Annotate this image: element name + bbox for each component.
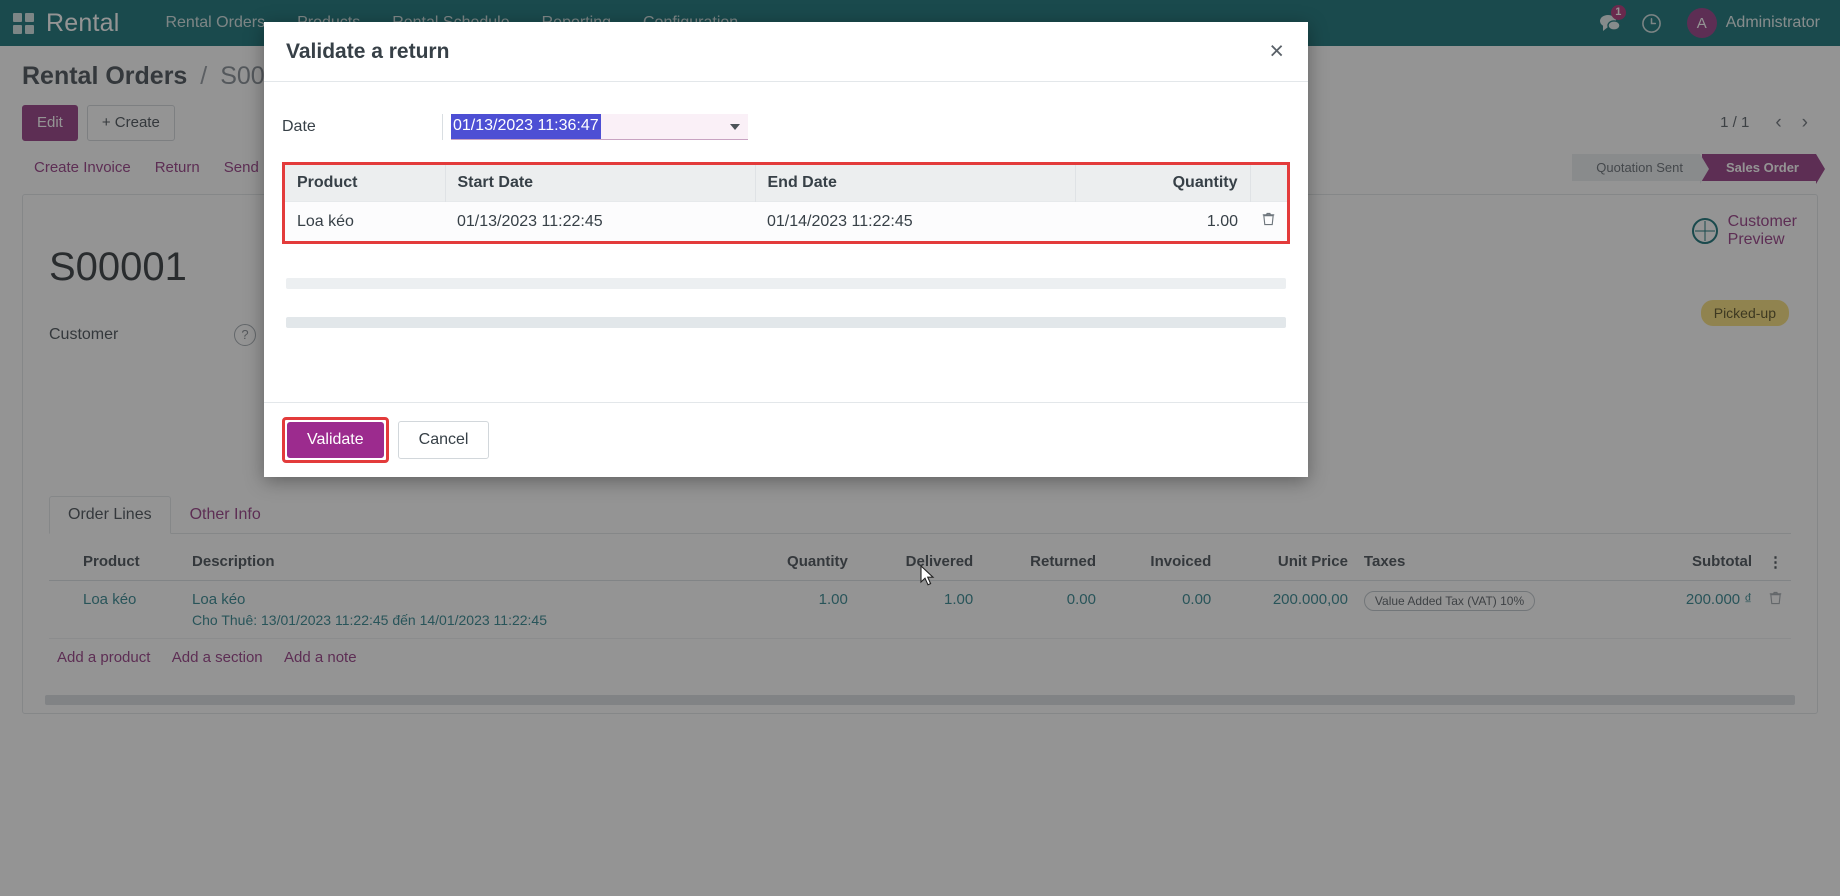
return-cell-product[interactable]: Loa kéo: [285, 202, 445, 242]
dialog-title: Validate a return: [286, 40, 449, 64]
placeholder-bar-2: [286, 317, 1286, 328]
dialog-body: Date 01/13/2023 11:36:47 Product Start D…: [264, 82, 1308, 402]
date-field-row: Date 01/13/2023 11:36:47: [282, 114, 1290, 140]
validate-return-dialog: Validate a return × Date 01/13/2023 11:3…: [264, 22, 1308, 477]
cancel-button[interactable]: Cancel: [398, 421, 490, 459]
placeholder-bar-1: [286, 278, 1286, 289]
return-cell-quantity[interactable]: 1.00: [1075, 202, 1250, 242]
chevron-down-icon[interactable]: [730, 124, 740, 130]
return-col-options: [1250, 165, 1287, 202]
dialog-footer: Validate Cancel: [264, 402, 1308, 477]
dialog-header: Validate a return ×: [264, 22, 1308, 82]
date-input-value: 01/13/2023 11:36:47: [451, 114, 601, 139]
date-field-label: Date: [282, 118, 442, 136]
validate-button[interactable]: Validate: [287, 422, 384, 458]
return-col-product: Product: [285, 165, 445, 202]
return-lines-table: Product Start Date End Date Quantity Loa…: [285, 165, 1287, 241]
table-row[interactable]: Loa kéo 01/13/2023 11:22:45 01/14/2023 1…: [285, 202, 1287, 242]
screen: Rental Rental Orders Products Rental Sch…: [0, 0, 1840, 896]
date-input[interactable]: 01/13/2023 11:36:47: [451, 114, 748, 140]
return-cell-start-date[interactable]: 01/13/2023 11:22:45: [445, 202, 755, 242]
return-col-end-date: End Date: [755, 165, 1075, 202]
mouse-cursor: [920, 565, 936, 587]
date-field-wrapper: 01/13/2023 11:36:47: [442, 114, 748, 140]
return-cell-end-date[interactable]: 01/14/2023 11:22:45: [755, 202, 1075, 242]
return-lines-header-row: Product Start Date End Date Quantity: [285, 165, 1287, 202]
validate-highlight: Validate: [282, 417, 389, 463]
return-col-quantity: Quantity: [1075, 165, 1250, 202]
close-icon[interactable]: ×: [1267, 39, 1286, 64]
return-col-start-date: Start Date: [445, 165, 755, 202]
trash-icon[interactable]: [1250, 202, 1287, 242]
return-lines-highlight: Product Start Date End Date Quantity Loa…: [282, 162, 1290, 244]
